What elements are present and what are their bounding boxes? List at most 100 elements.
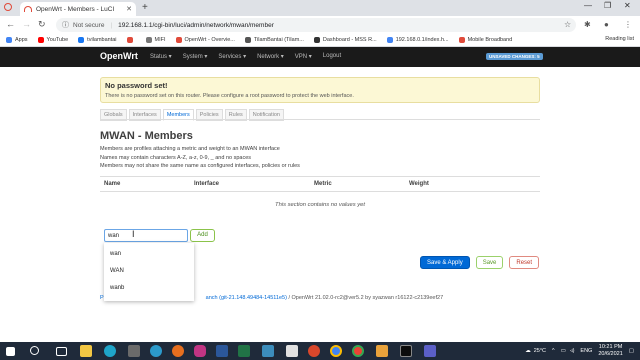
chrome-icon[interactable] <box>330 345 342 357</box>
minimize-icon[interactable]: — <box>584 1 592 10</box>
chrome-active-icon[interactable] <box>352 345 364 357</box>
bookmark-item[interactable] <box>126 37 136 43</box>
forward-icon[interactable]: → <box>22 19 31 29</box>
bookmark-item[interactable]: OpenWrt - Overvie... <box>175 37 235 43</box>
bookmark-label: 192.168.0.1/index.h... <box>395 37 449 43</box>
bookmark-item[interactable]: 192.168.0.1/index.h... <box>386 37 449 43</box>
footer-prefix[interactable]: P <box>100 295 104 301</box>
not-secure-label[interactable]: Not secure <box>73 22 104 29</box>
bookmark-item[interactable]: MIFI <box>145 37 166 43</box>
start-icon[interactable] <box>6 347 15 356</box>
bookmark-item[interactable]: Apps <box>6 37 28 43</box>
bookmark-label: YouTube <box>46 37 69 43</box>
maximize-icon[interactable]: ❐ <box>604 1 611 10</box>
paint-icon[interactable] <box>376 345 388 357</box>
save-button[interactable]: Save <box>475 256 504 269</box>
autocomplete-option[interactable]: wanb <box>110 285 124 291</box>
bookmark-item[interactable]: YouTube <box>37 37 69 43</box>
close-window-icon[interactable]: ✕ <box>624 1 631 10</box>
brand-logo[interactable]: OpenWrt <box>100 51 138 61</box>
page-description: Members are profiles attaching a metric … <box>100 145 300 171</box>
warning-icon[interactable]: ⓘ <box>62 20 69 30</box>
search-icon[interactable] <box>30 346 39 355</box>
weather-icon[interactable]: ☁ <box>525 348 531 354</box>
empty-table-message: This section contains no values yet <box>275 202 365 208</box>
bookmark-item[interactable]: tvilambantai <box>78 37 117 43</box>
bookmark-favicon-icon <box>37 37 44 43</box>
reset-button[interactable]: Reset <box>509 256 540 269</box>
temperature-label[interactable]: 25°C <box>534 348 546 354</box>
bookmark-favicon-icon <box>145 37 152 43</box>
nav-network[interactable]: Network ▾ <box>257 53 284 60</box>
autocomplete-dropdown: wan WAN wanb <box>104 243 194 301</box>
bookmark-favicon-icon <box>6 37 12 43</box>
reload-icon[interactable]: ↻ <box>38 19 46 30</box>
tabs-divider <box>100 119 540 120</box>
bookmark-item[interactable]: TilamBantai (Tilam... <box>244 37 304 43</box>
luci-header: OpenWrt Status ▾ System ▾ Services ▾ Net… <box>0 47 640 67</box>
add-button[interactable]: Add <box>190 229 215 242</box>
address-bar[interactable]: ⓘ Not secure | 192.168.1.1/cgi-bin/luci/… <box>56 18 576 32</box>
save-and-apply-button[interactable]: Save & Apply <box>420 256 470 269</box>
tab-title: OpenWrt - Members - LuCI <box>36 5 115 13</box>
bookmark-item[interactable]: Mobile Broadband <box>458 37 513 43</box>
url-text[interactable]: 192.168.1.1/cgi-bin/luci/admin/network/m… <box>118 22 274 29</box>
browser-logo-icon[interactable] <box>4 3 12 11</box>
nav-logout[interactable]: Logout <box>323 53 341 60</box>
bookmark-item[interactable]: Dashboard - MSS R... <box>313 37 377 43</box>
instagram-icon[interactable] <box>194 345 206 357</box>
language-label[interactable]: ENG <box>580 348 592 354</box>
bookmark-favicon-icon <box>386 37 393 43</box>
nav-status[interactable]: Status ▾ <box>150 53 172 60</box>
app2-icon[interactable] <box>424 345 436 357</box>
firefox-icon[interactable] <box>172 345 184 357</box>
media-icon[interactable] <box>308 345 320 357</box>
store-icon[interactable] <box>128 345 140 357</box>
bookmark-label: OpenWrt - Overvie... <box>184 37 235 43</box>
app-icon[interactable] <box>262 345 274 357</box>
page-actions: Save & Apply Save Reset <box>420 256 545 269</box>
clock[interactable]: 10:21 PM 20/6/2021 <box>598 344 622 357</box>
new-tab-button[interactable]: + <box>142 2 148 13</box>
opera-icon[interactable] <box>286 345 298 357</box>
network-icon[interactable]: ▭ <box>561 348 566 354</box>
bookmark-favicon-icon <box>126 37 133 43</box>
file-explorer-icon[interactable] <box>80 345 92 357</box>
autocomplete-option[interactable]: WAN <box>110 268 124 274</box>
menu-icon[interactable]: ⋮ <box>624 20 632 29</box>
unsaved-changes-badge[interactable]: UNSAVED CHANGES: 5 <box>486 53 543 60</box>
column-interface: Interface <box>194 181 220 187</box>
autocomplete-option[interactable]: wan <box>110 251 121 257</box>
alert-title: No password set! <box>105 81 168 90</box>
reading-list-button[interactable]: Reading list <box>605 36 634 42</box>
bookmark-label: Mobile Broadband <box>467 37 513 43</box>
task-view-icon[interactable] <box>56 347 67 356</box>
bookmark-star-icon[interactable]: ☆ <box>564 20 571 29</box>
member-name-input[interactable] <box>104 229 188 242</box>
volume-icon[interactable]: ◃) <box>570 348 575 354</box>
date-label: 20/6/2021 <box>598 350 623 357</box>
nav-vpn[interactable]: VPN ▾ <box>295 53 312 60</box>
main-nav: Status ▾ System ▾ Services ▾ Network ▾ V… <box>150 53 352 60</box>
footer-link[interactable]: anch (git-21.148.49484-14511e5) <box>206 295 287 301</box>
excel-icon[interactable] <box>238 345 250 357</box>
browser-tab[interactable]: OpenWrt - Members - LuCI ✕ <box>20 2 136 16</box>
nav-services[interactable]: Services ▾ <box>218 53 246 60</box>
word-icon[interactable] <box>216 345 228 357</box>
nav-system[interactable]: System ▾ <box>183 53 208 60</box>
extensions-icon[interactable]: ✱ <box>584 20 591 29</box>
edge-icon[interactable] <box>104 345 116 357</box>
bookmark-label: TilamBantai (Tilam... <box>253 37 304 43</box>
terminal-icon[interactable] <box>400 345 412 357</box>
column-metric: Metric <box>314 181 332 187</box>
members-table-header: Name Interface Metric Weight <box>100 176 540 192</box>
vivaldi-icon[interactable] <box>150 345 162 357</box>
description-line: Members may not share the same name as c… <box>100 163 300 169</box>
tray-chevron-icon[interactable]: ^ <box>552 348 555 354</box>
footer: Panch (git-21.148.49484-14511e5) / OpenW… <box>100 295 443 301</box>
bookmark-favicon-icon <box>313 37 320 43</box>
profile-icon[interactable]: ● <box>604 20 609 29</box>
back-icon[interactable]: ← <box>6 19 15 29</box>
close-tab-icon[interactable]: ✕ <box>126 5 132 13</box>
notification-icon[interactable]: ▢ <box>629 348 634 354</box>
